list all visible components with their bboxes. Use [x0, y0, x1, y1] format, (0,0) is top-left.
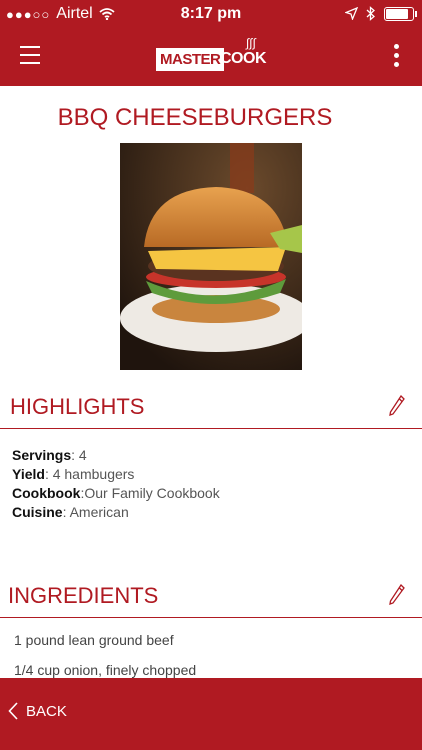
more-options-icon[interactable]: [394, 44, 400, 71]
cuisine-label: Cuisine: [12, 504, 63, 520]
cookbook-value: Our Family Cookbook: [84, 485, 220, 501]
recipe-title: BBQ CHEESEBURGERS: [57, 104, 333, 131]
back-button[interactable]: BACK: [8, 702, 67, 720]
servings-row: Servings: 4: [12, 447, 87, 463]
status-right: [345, 6, 417, 21]
cookbook-label: Cookbook: [12, 485, 81, 501]
ingredients-title: INGREDIENTS: [8, 583, 159, 608]
cuisine-value: American: [69, 504, 129, 520]
status-bar: ●●●○○ Airtel 8:17 pm: [0, 0, 422, 30]
edit-highlights-pencil-icon[interactable]: [388, 394, 406, 418]
battery-fill: [386, 8, 409, 19]
battery-icon: [384, 6, 417, 21]
cuisine-row: Cuisine: American: [12, 504, 129, 520]
highlights-title: HIGHLIGHTS: [10, 394, 145, 419]
chevron-left-icon: [8, 702, 18, 720]
bluetooth-icon: [366, 6, 375, 21]
app-bar: ∫∫∫ MASTER COOK: [0, 30, 422, 86]
cookbook-row: Cookbook:Our Family Cookbook: [12, 485, 220, 501]
mastercook-logo: ∫∫∫ MASTER COOK: [156, 36, 268, 74]
bottom-bar: BACK: [0, 678, 422, 750]
ingredients-header: INGREDIENTS: [0, 577, 422, 618]
servings-label: Servings: [12, 447, 72, 463]
ingredient-item: 1/4 cup onion, finely chopped: [14, 662, 197, 678]
yield-value: 4 hambugers: [52, 466, 135, 482]
steam-icon: ∫∫∫: [246, 36, 256, 50]
yield-row: Yield: 4 hambugers: [12, 466, 135, 482]
highlights-header: HIGHLIGHTS: [0, 388, 422, 429]
ingredient-item: 1 pound lean ground beef: [14, 632, 174, 648]
servings-value: 4: [78, 447, 87, 463]
recipe-photo: [120, 143, 302, 370]
back-label: BACK: [26, 702, 67, 720]
hamburger-menu-icon[interactable]: [20, 46, 40, 64]
location-arrow-icon: [345, 7, 358, 20]
logo-master-text: MASTER: [156, 48, 225, 71]
highlights-list: Servings: 4 Yield: 4 hambugers Cookbook:…: [12, 446, 220, 522]
edit-ingredients-pencil-icon[interactable]: [388, 583, 406, 607]
yield-label: Yield: [12, 466, 45, 482]
logo-cook-text: COOK: [220, 50, 267, 67]
